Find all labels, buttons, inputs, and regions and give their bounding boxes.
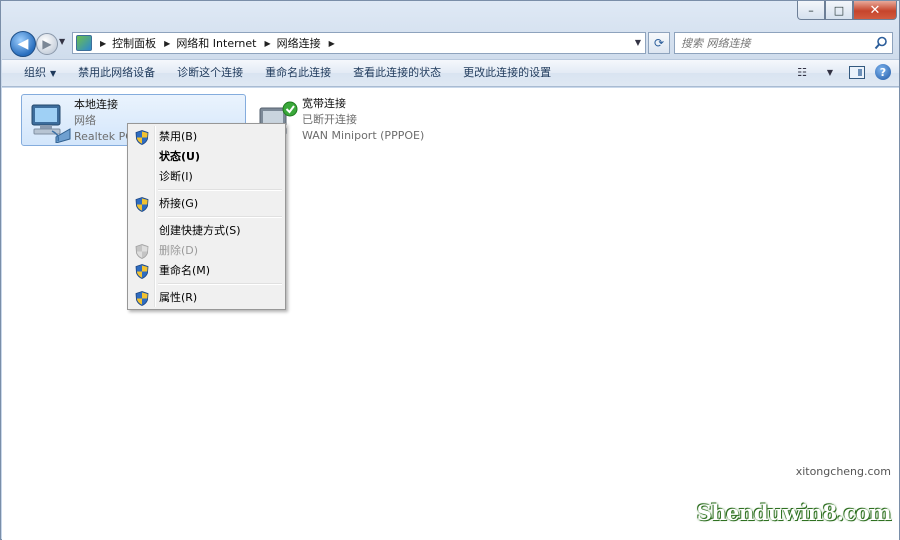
menu-item-label: 删除(D) xyxy=(159,244,199,257)
uac-shield-icon xyxy=(135,291,149,306)
connection-name: 宽带连接 xyxy=(302,97,346,110)
title-bar: – □ ✕ xyxy=(1,1,900,23)
watermark-subtext: xitongcheng.com xyxy=(795,465,891,478)
organize-menu[interactable]: 组织 ▼ xyxy=(2,62,67,84)
context-menu: 禁用(B) 状态(U) 诊断(I) 桥接(G) 创建快捷方式(S) 删除(D) … xyxy=(127,123,286,310)
menu-item-label: 桥接(G) xyxy=(159,197,199,210)
chevron-right-icon[interactable]: ▶ xyxy=(164,39,170,48)
menu-item-rename[interactable]: 重命名(M) xyxy=(130,261,283,281)
diagnose-connection-button[interactable]: 诊断这个连接 xyxy=(166,62,254,84)
back-button[interactable]: ◀ xyxy=(10,31,36,57)
maximize-button[interactable]: □ xyxy=(825,1,853,20)
forward-button[interactable]: ▶ xyxy=(36,33,58,55)
connection-adapter: WAN Miniport (PPPOE) xyxy=(302,129,425,142)
menu-separator xyxy=(158,189,282,191)
forward-arrow-icon: ▶ xyxy=(42,37,52,51)
menu-item-label: 重命名(M) xyxy=(159,264,211,277)
uac-shield-icon xyxy=(135,244,149,259)
menu-item-label: 属性(R) xyxy=(159,291,198,304)
search-box[interactable] xyxy=(674,32,893,54)
change-view-button[interactable]: ☷ xyxy=(793,63,811,81)
connection-text: 宽带连接 已断开连接 WAN Miniport (PPPOE) xyxy=(302,96,424,144)
view-options-icon: ☷ xyxy=(797,65,807,79)
breadcrumb-network-internet[interactable]: 网络和 Internet xyxy=(176,35,256,51)
rename-connection-button[interactable]: 重命名此连接 xyxy=(254,62,342,84)
recent-pages-dropdown[interactable]: ▼ xyxy=(59,37,65,46)
menu-item-label: 诊断(I) xyxy=(159,170,193,183)
menu-separator xyxy=(158,283,282,285)
address-history-dropdown[interactable]: ▼ xyxy=(635,38,641,47)
chevron-right-icon[interactable]: ▶ xyxy=(329,39,335,48)
uac-shield-icon xyxy=(135,197,149,212)
menu-item-label: 状态(U) xyxy=(159,150,200,163)
uac-shield-icon xyxy=(135,130,149,145)
connection-status: 已断开连接 xyxy=(302,113,357,126)
organize-label: 组织 xyxy=(24,66,46,79)
command-bar-right: ☷ ▼ ? xyxy=(793,63,891,81)
connection-name: 本地连接 xyxy=(74,98,118,111)
watermark-text: Shenduwin8.com xyxy=(696,500,892,525)
menu-item-properties[interactable]: 属性(R) xyxy=(130,288,283,308)
breadcrumb-network-connections[interactable]: 网络连接 xyxy=(277,35,321,51)
chevron-right-icon[interactable]: ▶ xyxy=(100,39,106,48)
chevron-down-icon: ▼ xyxy=(50,69,57,78)
close-button[interactable]: ✕ xyxy=(853,1,897,20)
back-arrow-icon: ◀ xyxy=(17,36,29,52)
menu-item-label: 创建快捷方式(S) xyxy=(159,224,241,237)
address-bar[interactable]: ▶ 控制面板 ▶ 网络和 Internet ▶ 网络连接 ▶ ▼ xyxy=(72,32,646,54)
menu-item-status[interactable]: 状态(U) xyxy=(130,147,283,167)
site-watermark: xitongcheng.com Shenduwin8.com xyxy=(697,465,892,525)
disable-device-button[interactable]: 禁用此网络设备 xyxy=(67,62,166,84)
command-bar: 组织 ▼ 禁用此网络设备 诊断这个连接 重命名此连接 查看此连接的状态 更改此连接… xyxy=(2,59,899,87)
chevron-right-icon[interactable]: ▶ xyxy=(265,39,271,48)
menu-item-disable[interactable]: 禁用(B) xyxy=(130,127,283,147)
menu-item-create-shortcut[interactable]: 创建快捷方式(S) xyxy=(130,221,283,241)
search-icon[interactable] xyxy=(874,36,888,50)
refresh-icon: ⟳ xyxy=(653,36,665,50)
view-status-button[interactable]: 查看此连接的状态 xyxy=(342,62,452,84)
minimize-button[interactable]: – xyxy=(797,1,825,20)
breadcrumb-control-panel[interactable]: 控制面板 xyxy=(112,35,156,51)
window-controls: – □ ✕ xyxy=(797,1,897,20)
change-settings-button[interactable]: 更改此连接的设置 xyxy=(452,62,562,84)
menu-separator xyxy=(158,216,282,218)
explorer-window: – □ ✕ ◀ ▶ ▼ ▶ 控制面板 ▶ 网络和 Internet ▶ 网络连接… xyxy=(0,0,900,540)
view-dropdown-button[interactable]: ▼ xyxy=(821,63,839,81)
help-icon[interactable]: ? xyxy=(875,64,891,80)
network-adapter-icon xyxy=(31,104,71,143)
preview-pane-icon[interactable] xyxy=(849,65,865,79)
chevron-down-icon: ▼ xyxy=(826,67,834,77)
control-panel-icon xyxy=(76,35,92,51)
refresh-button[interactable]: ⟳ xyxy=(648,32,670,54)
menu-item-label: 禁用(B) xyxy=(159,130,198,143)
menu-item-delete: 删除(D) xyxy=(130,241,283,261)
search-input[interactable] xyxy=(681,36,871,50)
uac-shield-icon xyxy=(135,264,149,279)
menu-item-diagnose[interactable]: 诊断(I) xyxy=(130,167,283,187)
address-row: ◀ ▶ ▼ ▶ 控制面板 ▶ 网络和 Internet ▶ 网络连接 ▶ ▼ ⟳ xyxy=(1,27,900,57)
menu-item-bridge[interactable]: 桥接(G) xyxy=(130,194,283,214)
